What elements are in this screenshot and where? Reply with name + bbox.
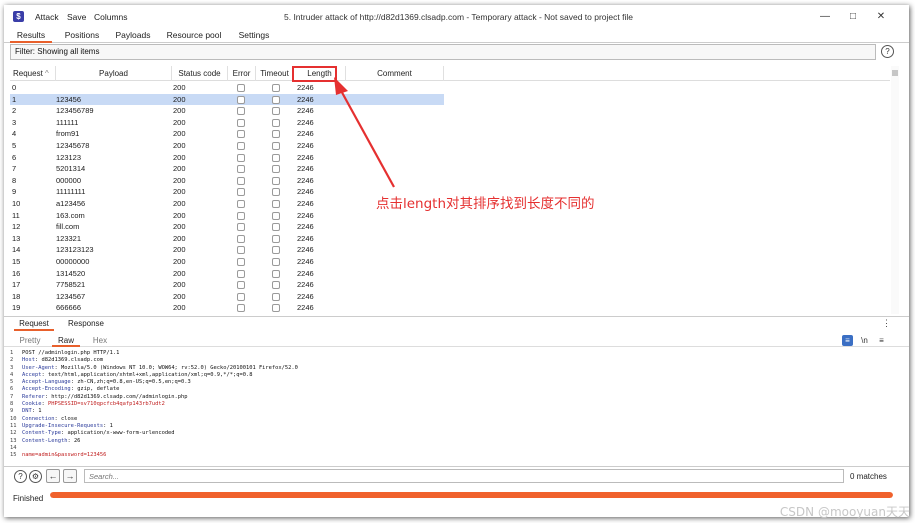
line-number: 2 bbox=[10, 357, 14, 364]
line-number: 10 bbox=[10, 415, 17, 422]
header-key: Referer bbox=[22, 393, 45, 400]
header-key: Upgrade-Insecure-Requests bbox=[22, 422, 104, 429]
request-editor[interactable]: 1 POST //adminlogin.php HTTP/1.1 2 Host: d8… bbox=[10, 350, 870, 462]
header-key: Connection bbox=[22, 415, 55, 422]
arrow-right-icon[interactable]: → bbox=[63, 469, 77, 483]
line-number: 5 bbox=[10, 379, 14, 386]
arrow-line bbox=[338, 86, 395, 188]
line-number: 1 bbox=[10, 350, 14, 356]
request-line: 1 POST //adminlogin.php HTTP/1.1 bbox=[10, 350, 870, 357]
status-text: Finished bbox=[13, 494, 44, 503]
line-number: 11 bbox=[10, 422, 17, 429]
more-options-icon[interactable]: ⋮ bbox=[882, 318, 891, 329]
word-wrap-icon[interactable]: ≡ bbox=[842, 335, 853, 346]
line-number: 12 bbox=[10, 430, 17, 437]
header-value: 1 bbox=[38, 408, 42, 415]
header-value: gzip, deflate bbox=[77, 386, 120, 393]
search-input[interactable] bbox=[84, 469, 844, 483]
header-value: zh-CN,zh;q=0.8,en-US;q=0.5,en;q=0.3 bbox=[77, 379, 191, 386]
header-key: Accept-Language bbox=[22, 379, 71, 386]
arrow-head bbox=[334, 77, 348, 95]
header-key: Host bbox=[22, 357, 35, 364]
tab-response[interactable]: Response bbox=[64, 317, 108, 331]
match-count: 0 matches bbox=[850, 472, 887, 481]
header-value: PHPSESSID=sv710qpcfcb4qafp143rb7udt2 bbox=[47, 401, 165, 408]
annotation-text: 点击length对其排序找到长度不同的 bbox=[376, 196, 595, 212]
header-key: Cookie bbox=[22, 401, 42, 408]
newline-icon[interactable]: \n bbox=[859, 335, 870, 346]
progress-fill bbox=[50, 492, 893, 498]
line-number: 6 bbox=[10, 386, 14, 393]
header-value: application/x-www-form-urlencoded bbox=[67, 430, 175, 437]
tab-hex[interactable]: Hex bbox=[86, 334, 114, 347]
header-value: 1 bbox=[109, 422, 113, 429]
header-value: http://d82d1369.clsadp.com//adminlogin.p… bbox=[51, 393, 188, 400]
header-key: User-Agent bbox=[22, 364, 55, 371]
request-line: 11 Upgrade-Insecure-Requests: 1 bbox=[10, 422, 113, 429]
header-value: text/html,application/xhtml+xml,applicat… bbox=[47, 371, 253, 378]
header-value: Mozilla/5.0 (Windows NT 10.0; WOW64; rv:… bbox=[60, 364, 298, 371]
request-line: 10 Connection: close bbox=[10, 415, 78, 422]
request-line: 3 User-Agent: Mozilla/5.0 (Windows NT 10.… bbox=[10, 364, 298, 371]
tab-pretty[interactable]: Pretty bbox=[14, 334, 46, 347]
question-circle-icon[interactable]: ? bbox=[14, 470, 27, 483]
header-key: Accept-Encoding bbox=[22, 386, 71, 393]
line-number: 7 bbox=[10, 393, 14, 400]
line-number: 13 bbox=[10, 437, 17, 444]
request-line: 7 Referer: http://d82d1369.clsadp.com//ad… bbox=[10, 393, 188, 400]
header-value: POST //adminlogin.php HTTP/1.1 bbox=[22, 350, 120, 356]
line-number: 15 bbox=[10, 452, 17, 459]
request-line: 14 bbox=[10, 445, 870, 452]
request-line: 4 Accept: text/html,application/xhtml+xml… bbox=[10, 371, 253, 378]
request-line: 5 Accept-Language: zh-CN,zh;q=0.8,en-US;q… bbox=[10, 379, 191, 386]
line-number: 8 bbox=[10, 401, 14, 408]
header-value: 26 bbox=[73, 437, 81, 444]
progress-bar bbox=[50, 492, 893, 498]
line-number: 9 bbox=[10, 408, 14, 415]
gear-icon[interactable]: ⚙ bbox=[29, 470, 42, 483]
request-line: 15 name=admin&password=123456 bbox=[10, 452, 870, 459]
header-value: name=admin&password=123456 bbox=[22, 452, 107, 459]
line-number: 14 bbox=[10, 444, 17, 451]
request-line: 6 Accept-Encoding: gzip, deflate bbox=[10, 386, 120, 393]
header-key: Content-Type bbox=[22, 430, 61, 437]
header-key: Accept bbox=[22, 371, 42, 378]
tab-request[interactable]: Request bbox=[14, 317, 54, 331]
request-line: 2 Host: d82d1369.clsadp.com bbox=[10, 357, 104, 364]
header-value: close bbox=[60, 415, 78, 422]
header-value: d82d1369.clsadp.com bbox=[41, 357, 104, 364]
request-line: 12 Content-Type: application/x-www-form-u… bbox=[10, 430, 175, 437]
intruder-window: $ Attack Save Columns 5. Intruder attack… bbox=[4, 5, 909, 517]
arrow-left-icon[interactable]: ← bbox=[46, 469, 60, 483]
request-line: 8 Cookie: PHPSESSID=sv710qpcfcb4qafp143rb… bbox=[10, 401, 165, 408]
header-key: DNT bbox=[22, 408, 32, 415]
request-line: 13 Content-Length: 26 bbox=[10, 437, 81, 444]
tab-raw[interactable]: Raw bbox=[52, 334, 80, 347]
request-line: 9 DNT: 1 bbox=[10, 408, 42, 415]
line-number: 3 bbox=[10, 364, 14, 371]
line-number: 4 bbox=[10, 371, 14, 378]
request-response-tabs: Request Response bbox=[4, 316, 909, 331]
view-tabs: Pretty Raw Hex bbox=[4, 334, 909, 347]
header-key: Content-Length bbox=[22, 437, 68, 444]
watermark: CSDN @mooyuan天天 bbox=[779, 505, 910, 519]
menu-lines-icon[interactable]: ≡ bbox=[876, 335, 887, 346]
